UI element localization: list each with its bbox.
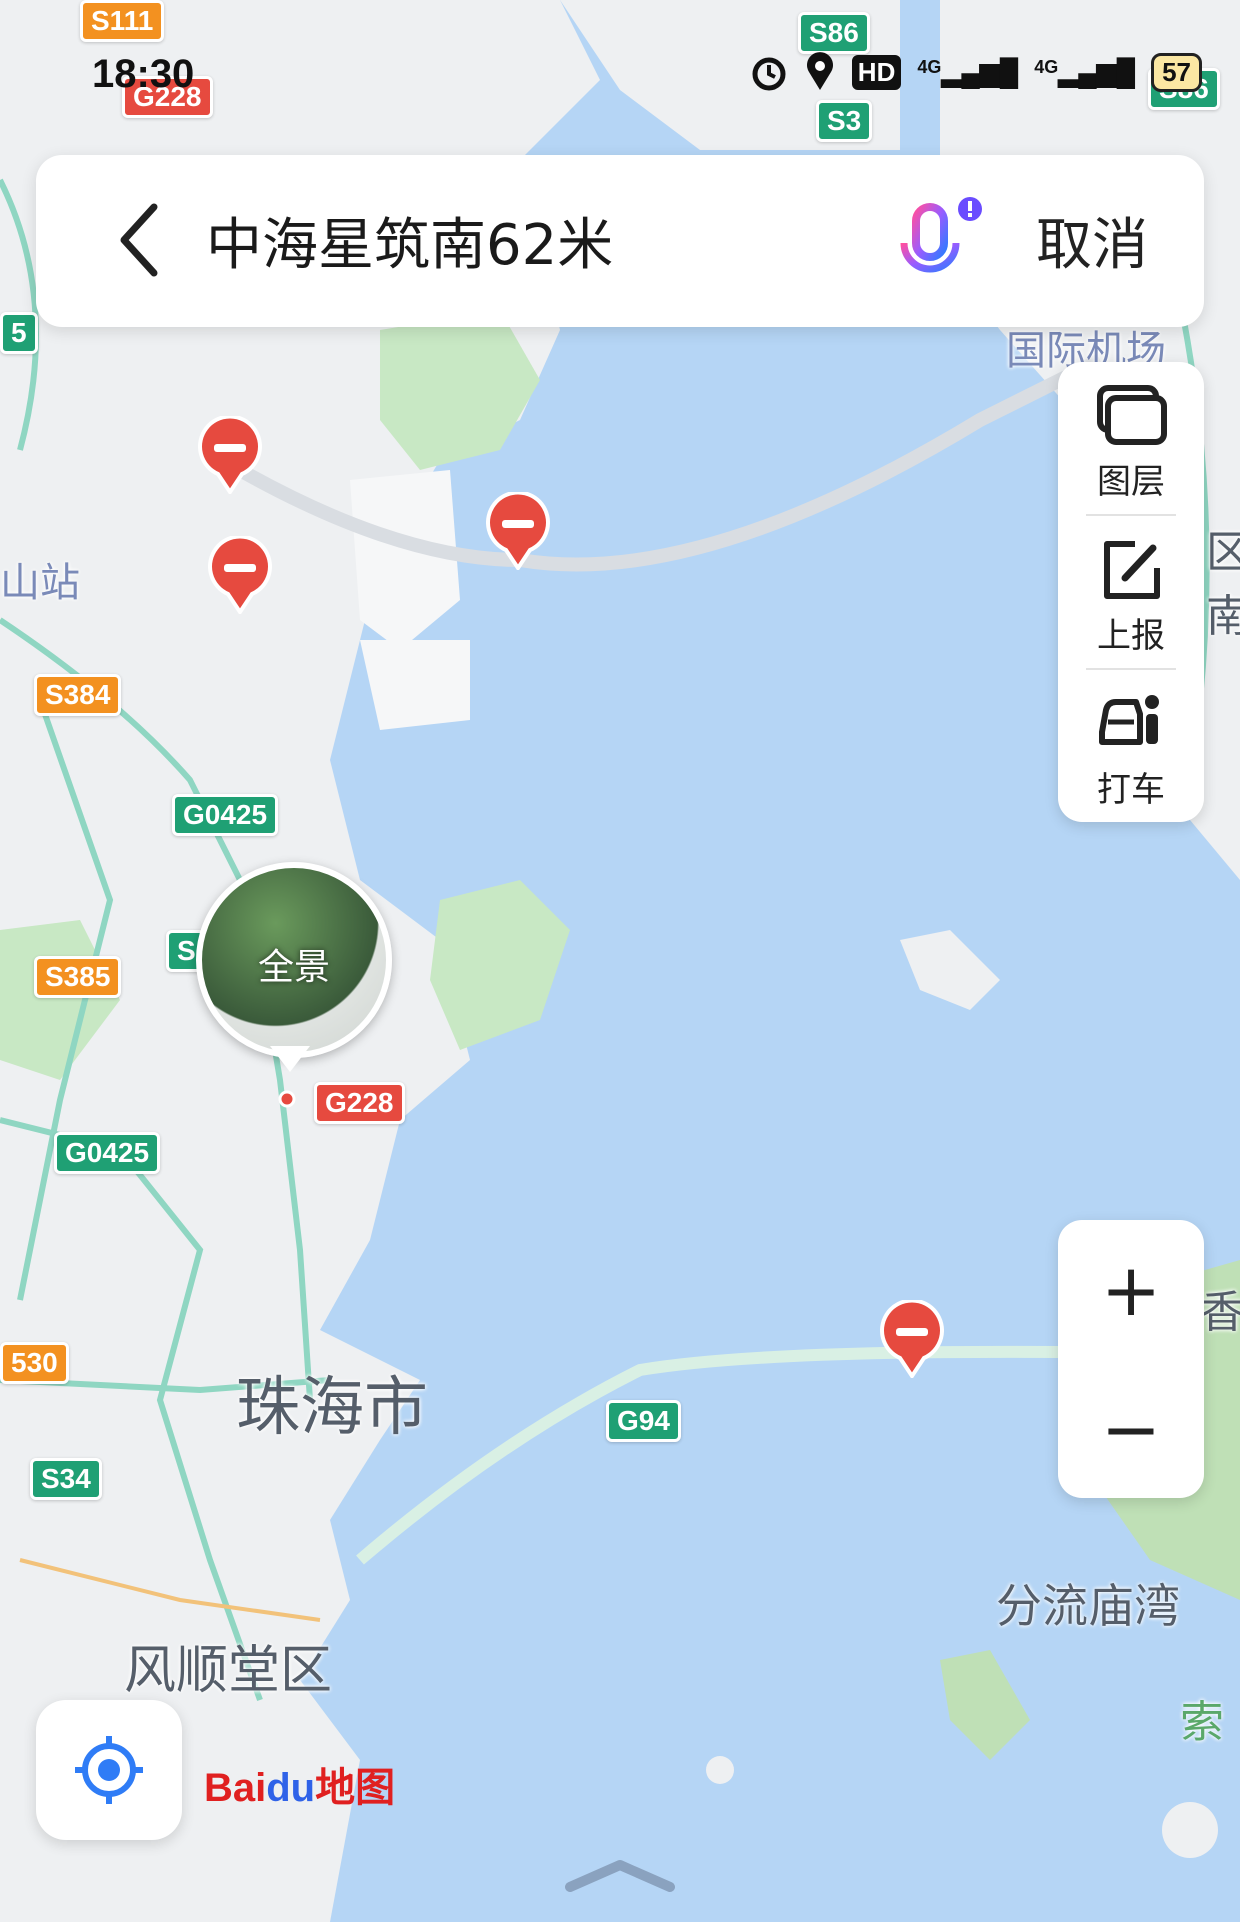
status-icons: HD 4G▂▄▆█ 4G▂▄▆█ 57 xyxy=(750,52,1202,92)
taxi-icon xyxy=(1099,695,1159,745)
layers-label: 图层 xyxy=(1097,462,1165,502)
report-edit-icon xyxy=(1104,541,1160,599)
status-time: 18:30 xyxy=(92,52,195,96)
road-closure-marker[interactable] xyxy=(880,1300,944,1378)
road-shield: G94 xyxy=(606,1400,681,1442)
alarm-icon xyxy=(752,57,786,91)
road-shield: G0425 xyxy=(54,1132,161,1174)
back-arrow-icon[interactable] xyxy=(106,195,176,285)
taxi-label: 打车 xyxy=(1097,770,1165,810)
road-closure-marker[interactable] xyxy=(486,492,550,570)
signal-4g-icon: 4G▂▄▆█ xyxy=(1034,56,1136,87)
map-label-place: 区 xyxy=(1206,527,1240,578)
voice-mic-icon[interactable] xyxy=(886,195,986,295)
map-label-place: 分流庙湾 xyxy=(996,1579,1180,1633)
location-pin-icon xyxy=(806,52,833,90)
map-label-city: 珠海市 xyxy=(236,1371,428,1445)
road-shield: S384 xyxy=(34,674,122,716)
status-bar: 18:30 HD 4G▂▄▆█ 4G▂▄▆█ 57 xyxy=(0,0,1240,140)
road-shield: G228 xyxy=(314,1082,405,1124)
search-bar: 中海星筑南62米 取消 xyxy=(36,155,1204,327)
search-query-text[interactable]: 中海星筑南62米 xyxy=(206,200,613,281)
road-closure-marker[interactable] xyxy=(198,416,262,494)
logo-paw: du xyxy=(266,1766,316,1810)
map-label-district: 风顺堂区 xyxy=(124,1641,333,1701)
zoom-controls: + − xyxy=(1058,1220,1204,1498)
road-shield: G0425 xyxy=(172,794,279,836)
panorama-pointer xyxy=(270,1046,310,1072)
road-closure-marker[interactable] xyxy=(208,536,272,614)
map-label-station: 山站 xyxy=(0,560,80,606)
panorama-thumbnail[interactable]: 全景 xyxy=(196,862,392,1058)
taxi-button[interactable]: 打车 xyxy=(1058,670,1204,820)
hd-voice-icon: HD xyxy=(851,54,902,90)
logo-suffix: 地图 xyxy=(315,1766,396,1810)
panorama-label: 全景 xyxy=(257,947,330,988)
crosshair-locate-icon xyxy=(75,1736,143,1804)
map-label-place: 南 xyxy=(1206,591,1240,642)
locate-me-button[interactable] xyxy=(36,1700,182,1840)
map-tools-panel: 图层 上报 打车 xyxy=(1058,362,1204,822)
network-type: 4G xyxy=(917,56,942,77)
zoom-out-button[interactable]: − xyxy=(1058,1359,1204,1498)
signal-4g-icon: 4G▂▄▆█ xyxy=(917,56,1019,87)
expand-handle-icon[interactable] xyxy=(560,1855,680,1895)
network-type: 4G xyxy=(1034,56,1059,77)
cancel-button[interactable]: 取消 xyxy=(1036,200,1148,281)
location-dot xyxy=(278,1090,296,1108)
road-shield: S385 xyxy=(34,956,122,998)
logo-text: Bai xyxy=(204,1766,267,1810)
zoom-in-button[interactable]: + xyxy=(1058,1220,1204,1359)
layers-icon xyxy=(1097,385,1167,445)
baidu-map-logo: Baidu地图 xyxy=(204,1755,395,1813)
battery-icon: 57 xyxy=(1151,52,1202,92)
layers-button[interactable]: 图层 xyxy=(1058,362,1204,512)
road-shield: 530 xyxy=(0,1342,69,1384)
road-shield: 5 xyxy=(0,312,38,354)
map-label-place: 索 xyxy=(1180,1697,1224,1748)
road-shield: S34 xyxy=(30,1458,102,1500)
report-label: 上报 xyxy=(1097,616,1165,656)
map-label-place: 香 xyxy=(1200,1287,1240,1338)
report-button[interactable]: 上报 xyxy=(1058,516,1204,666)
